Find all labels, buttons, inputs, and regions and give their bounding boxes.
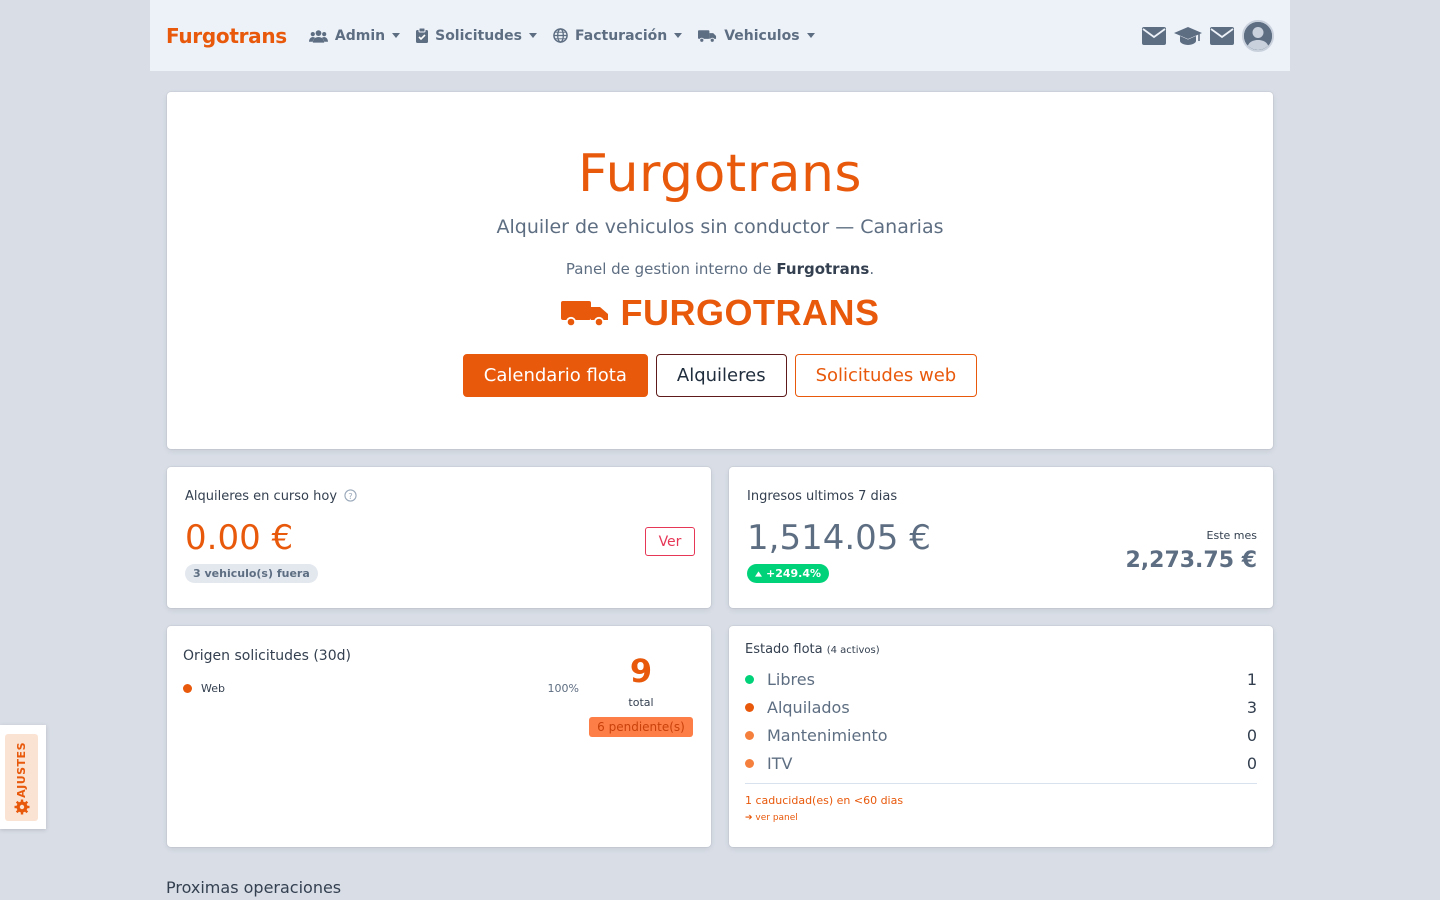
hero-description: Panel de gestion interno de Furgotrans. [167,260,1273,278]
origin-total-count: 9 [629,652,653,690]
logo-text: FURGOTRANS [620,292,880,333]
settings-label: AJUSTES [15,742,28,798]
origin-total-label: total [628,696,654,709]
fleet-row-label: Libres [767,669,815,689]
fleet-row-libres: Libres 1 [745,665,1257,693]
company-logo: FURGOTRANS [167,292,1273,334]
fleet-row-mantenimiento: Mantenimiento 0 [745,721,1257,749]
globe-icon [553,28,568,43]
nav-menu-label: Admin [334,27,386,44]
rentals-today-title: Alquileres en curso hoy ? [185,489,691,504]
question-circle-icon[interactable]: ? [344,489,357,502]
fleet-row-count: 1 [1246,669,1257,689]
hero-actions: Calendario flota Alquileres Solicitudes … [167,354,1273,397]
nav-menu-label: Solicitudes [435,27,523,44]
hero-desc-suffix: . [869,260,875,278]
fleet-row-count: 3 [1246,697,1257,717]
fleet-row-label: Mantenimiento [767,725,888,745]
settings-tab-inner: AJUSTES [5,734,38,821]
month-label: Este mes [1206,529,1257,542]
nav-menu-solicitudes[interactable]: Solicitudes [416,27,538,44]
top-navbar: Furgotrans Admin Solicitudes Facturación… [150,0,1290,71]
caret-down-icon [529,33,538,38]
fleet-row-label: ITV [767,753,793,773]
legend-dot [745,674,754,684]
fleet-row-label: Alquilados [767,697,850,717]
origin-row-web: Web 100% [183,682,579,695]
fleet-row-count: 0 [1246,753,1257,773]
nav-menu-label: Facturación [575,27,668,44]
request-origin-card: Origen solicitudes (30d) Web 100% 9 tota… [167,626,711,847]
month-amount: 2,273.75 € [1125,548,1257,573]
caret-down-icon [806,33,815,38]
calendar-button[interactable]: Calendario flota [462,354,648,397]
hero-subtitle: Alquiler de vehiculos sin conductor — Ca… [496,216,944,238]
fleet-active-note: (4 activos) [826,645,880,656]
fleet-status-card: Estado flota (4 activos) Libres 1 Alquil… [729,626,1273,847]
fleet-row-alquilados: Alquilados 3 [745,693,1257,721]
upcoming-operations-title: Proximas operaciones [166,878,342,897]
legend-dot [745,758,754,768]
fleet-row-count: 0 [1246,725,1257,745]
fleet-row-itv: ITV 0 [745,749,1257,777]
fleet-title-text: Estado flota [745,642,823,657]
nav-menu-vehiculos[interactable]: Vehiculos [698,27,815,44]
navbar-brand[interactable]: Furgotrans [166,24,287,48]
view-panel-label: ver panel [755,813,798,823]
user-avatar[interactable] [1242,19,1274,52]
svg-text:?: ? [348,491,352,501]
month-summary: Este mes 2,273.75 € [1125,529,1257,573]
clipboard-check-icon [416,28,429,43]
rentals-button[interactable]: Alquileres [655,354,787,397]
truck-icon [698,29,717,43]
hero-card: Furgotrans Alquiler de vehiculos sin con… [167,92,1273,449]
nav-menu-label: Vehiculos [724,27,800,44]
envelope-icon[interactable] [1142,26,1166,45]
legend-dot [745,702,754,712]
truck-icon [560,301,608,327]
gear-icon [14,799,30,815]
hero-desc-brand: Furgotrans [776,260,870,278]
settings-tab[interactable]: AJUSTES [0,725,46,829]
users-icon [308,29,328,43]
user-icon [1244,21,1272,50]
navbar-right-actions [1142,19,1274,52]
rentals-today-title-text: Alquileres en curso hoy [185,489,338,504]
rentals-today-amount: 0.00 € [185,518,294,558]
income-change-text: +249.4% [766,567,822,580]
arrow-right-icon: ➔ [745,813,756,823]
expiry-note: 1 caducidad(es) en <60 dias [745,794,904,807]
pending-requests-badge[interactable]: 6 pendiente(s) [589,717,693,737]
envelope-icon[interactable] [1210,26,1234,45]
income-title: Ingresos ultimos 7 dias [747,489,898,504]
income-card: Ingresos ultimos 7 dias 1,514.05 € +249.… [729,467,1273,608]
fleet-status-title: Estado flota (4 activos) [745,642,1257,657]
caret-down-icon [674,33,683,38]
view-rentals-button[interactable]: Ver [645,527,695,556]
fleet-divider [745,783,1257,784]
nav-menu-admin[interactable]: Admin [308,27,401,44]
legend-dot [183,684,192,693]
origin-total-block: 9 total 6 pendiente(s) [587,652,695,737]
origin-label: Web [201,682,225,695]
income-change-badge: +249.4% [747,564,830,583]
hero-title: Furgotrans [578,144,862,204]
web-requests-button[interactable]: Solicitudes web [794,354,978,397]
nav-menu-facturacion[interactable]: Facturación [553,27,683,44]
caret-up-icon [755,571,762,577]
vehicles-out-badge: 3 vehiculo(s) fuera [185,564,318,583]
graduation-cap-icon[interactable] [1174,26,1202,46]
rentals-today-card: Alquileres en curso hoy ? 0.00 € 3 vehic… [167,467,711,608]
origin-percent: 100% [547,682,579,695]
hero-desc-prefix: Panel de gestion interno de [565,260,777,278]
view-panel-link[interactable]: ➔ ver panel [745,813,1257,823]
caret-down-icon [392,33,401,38]
legend-dot [745,730,754,740]
